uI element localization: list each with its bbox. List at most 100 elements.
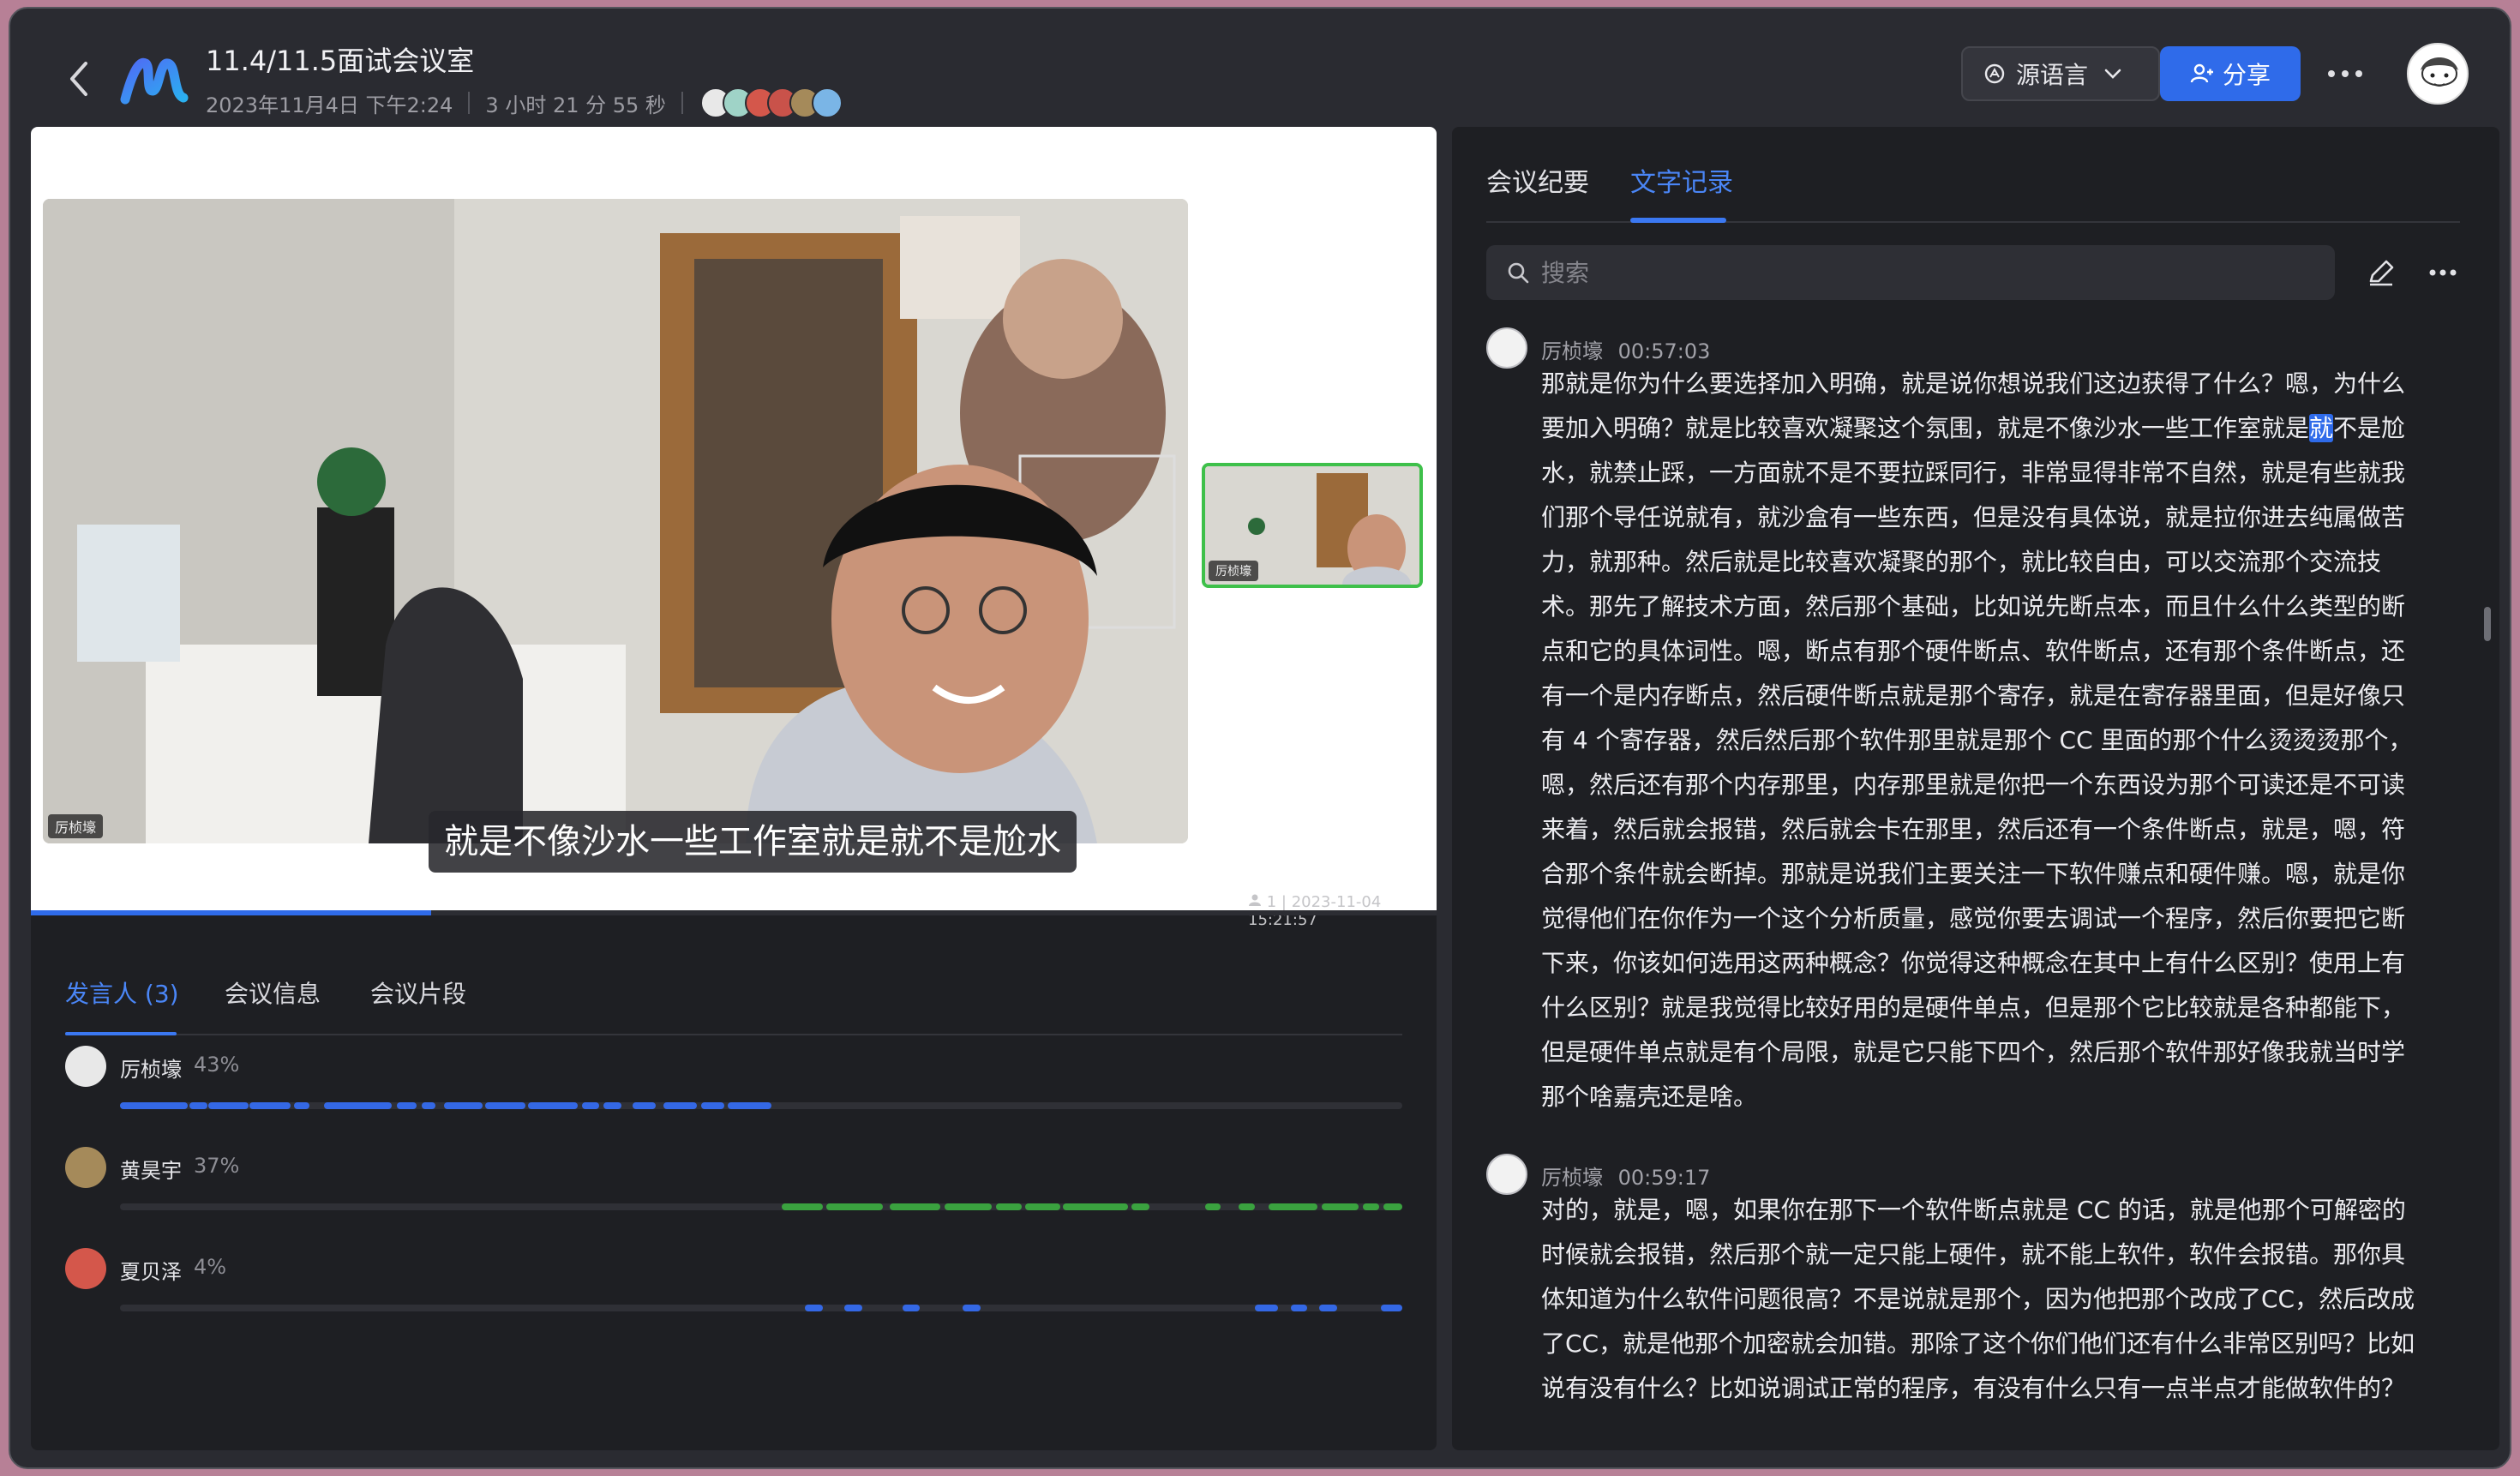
- tab-meeting-minutes[interactable]: 会议纪要: [1486, 161, 1589, 199]
- speaking-segment[interactable]: [249, 1102, 291, 1109]
- speaker-avatar: [1486, 327, 1527, 369]
- speaking-segment[interactable]: [826, 1203, 884, 1210]
- entry-time[interactable]: 00:59:17: [1618, 1166, 1711, 1190]
- speaking-segment[interactable]: [1321, 1203, 1359, 1210]
- translate-icon: [1984, 63, 2005, 84]
- speaking-segment[interactable]: [1254, 1305, 1278, 1311]
- speaking-segment[interactable]: [208, 1102, 249, 1109]
- tab-transcript[interactable]: 文字记录: [1630, 161, 1733, 199]
- left-tabs: 发言人 (3) 会议信息 会议片段: [65, 950, 1402, 1035]
- speaking-segment[interactable]: [1380, 1305, 1402, 1311]
- speaking-segment[interactable]: [1131, 1203, 1150, 1210]
- speaker-name: 夏贝泽: [120, 1260, 182, 1284]
- speaking-segment[interactable]: [581, 1102, 600, 1109]
- entry-header: 厉桢壕 00:59:17: [1541, 1161, 1710, 1191]
- speaking-segment[interactable]: [1318, 1305, 1337, 1311]
- more-options-icon[interactable]: [2426, 257, 2460, 288]
- speaking-segment[interactable]: [804, 1305, 823, 1311]
- speaking-segment[interactable]: [781, 1203, 823, 1210]
- speaking-segment[interactable]: [889, 1203, 941, 1210]
- right-panel: 会议纪要 文字记录 厉桢壕 00:57:03 那就是你为什么要选择加入明确，就是…: [1452, 127, 2499, 1450]
- speaker-percent: 43%: [194, 1053, 240, 1077]
- speaking-segment[interactable]: [844, 1305, 863, 1311]
- tab-underline: [65, 1032, 177, 1035]
- speaker-timeline[interactable]: [120, 1203, 1402, 1210]
- speaker-percent: 4%: [194, 1255, 227, 1279]
- live-subtitle: 就是不像沙水一些工作室就是就不是尬水: [429, 811, 1077, 873]
- speaker-name: 厉桢壕: [120, 1058, 182, 1082]
- meeting-duration: 3 小时 21 分 55 秒: [485, 93, 666, 117]
- main-video-feed[interactable]: 厉桢壕: [43, 199, 1188, 843]
- entry-time[interactable]: 00:57:03: [1618, 339, 1711, 363]
- meeting-meta: 2023年11月4日 下午2:24 3 小时 21 分 55 秒: [206, 87, 843, 118]
- entry-speaker: 厉桢壕: [1541, 1166, 1603, 1190]
- video-player[interactable]: 厉桢壕 厉桢壕 就是不像沙水一些工作室就是就不是尬水 1 | 2023-11-0…: [31, 127, 1437, 929]
- participant-avatars[interactable]: [699, 87, 843, 118]
- speaking-segment[interactable]: [189, 1102, 207, 1109]
- back-chevron-icon[interactable]: [62, 55, 96, 103]
- speaking-segment[interactable]: [1362, 1203, 1380, 1210]
- speaking-segment[interactable]: [700, 1102, 724, 1109]
- entry-text[interactable]: 对的，就是，嗯，如果你在那下一个软件断点就是 CC 的话，就是他那个可解密的时候…: [1541, 1188, 2419, 1411]
- share-label: 分享: [2222, 61, 2271, 89]
- speaking-segment[interactable]: [944, 1203, 993, 1210]
- speaking-segment[interactable]: [485, 1102, 525, 1109]
- speaker-row[interactable]: 黄昊宇 37%: [65, 1147, 1402, 1241]
- speaking-segment[interactable]: [294, 1102, 310, 1109]
- meeting-title: 11.4/11.5面试会议室: [206, 45, 475, 77]
- playback-progress-fill: [31, 910, 432, 915]
- more-options-icon[interactable]: [2321, 53, 2369, 94]
- tab-meeting-info[interactable]: 会议信息: [225, 975, 321, 1010]
- speaking-segment[interactable]: [397, 1102, 417, 1109]
- thumbnail-name-tag: 厉桢壕: [1209, 561, 1258, 581]
- speaking-segment[interactable]: [1062, 1203, 1128, 1210]
- playback-progress-bar[interactable]: [31, 910, 1437, 915]
- speaking-segment[interactable]: [120, 1102, 189, 1109]
- speaking-segment[interactable]: [1238, 1203, 1255, 1210]
- speaking-segment[interactable]: [1383, 1203, 1402, 1210]
- share-button[interactable]: 分享: [2160, 46, 2301, 101]
- speaking-segment[interactable]: [323, 1102, 393, 1109]
- speaking-segment[interactable]: [1025, 1203, 1060, 1210]
- speaking-segment[interactable]: [962, 1305, 981, 1311]
- search-highlight: 就: [2309, 414, 2334, 442]
- speaking-segment[interactable]: [902, 1305, 921, 1311]
- speaking-segment[interactable]: [995, 1203, 1022, 1210]
- speaking-segment[interactable]: [728, 1102, 771, 1109]
- speaker-avatar: [65, 1147, 106, 1188]
- user-avatar-sketch-icon: [2421, 57, 2458, 87]
- entry-text-after: 不是尬水，就禁止踩，一方面就不是不要拉踩同行，非常显得非常不自然，就是有些就我们…: [1541, 414, 2413, 1111]
- speaking-segment[interactable]: [444, 1102, 483, 1109]
- entry-text-before: 那就是你为什么要选择加入明确，就是说你想说我们这边获得了什么？嗯，为什么要加入明…: [1541, 369, 2406, 442]
- speaking-segment[interactable]: [633, 1102, 657, 1109]
- video-frame-room-scene: [43, 199, 1188, 843]
- transcript-search[interactable]: [1486, 245, 2335, 300]
- speaker-avatar: [65, 1046, 106, 1087]
- speaking-segment[interactable]: [603, 1102, 621, 1109]
- speaker-timeline[interactable]: [120, 1102, 1402, 1109]
- entry-text[interactable]: 那就是你为什么要选择加入明确，就是说你想说我们这边获得了什么？嗯，为什么要加入明…: [1541, 362, 2419, 1119]
- speaking-segment[interactable]: [1269, 1203, 1318, 1210]
- user-count-icon: [1249, 894, 1261, 906]
- speaker-row[interactable]: 夏贝泽 4%: [65, 1248, 1402, 1342]
- speaking-segment[interactable]: [421, 1102, 435, 1109]
- speaking-segment[interactable]: [1204, 1203, 1221, 1210]
- edit-pencil-icon[interactable]: [2366, 257, 2397, 288]
- speaker-percent: 37%: [194, 1154, 240, 1178]
- speaker-timeline[interactable]: [120, 1305, 1402, 1311]
- user-avatar[interactable]: [2407, 43, 2469, 105]
- speaking-segment[interactable]: [663, 1102, 698, 1109]
- search-input[interactable]: [1541, 258, 2313, 287]
- tab-meeting-clips[interactable]: 会议片段: [370, 975, 466, 1010]
- speaker-row[interactable]: 厉桢壕 43%: [65, 1046, 1402, 1140]
- speaking-segment[interactable]: [527, 1102, 579, 1109]
- divider: [681, 92, 683, 114]
- tab-speakers[interactable]: 发言人 (3): [65, 975, 179, 1010]
- app-logo-icon: [120, 58, 189, 105]
- chevron-down-icon: [2104, 69, 2121, 79]
- speaking-segment[interactable]: [1290, 1305, 1308, 1311]
- thumbnail-video-feed[interactable]: 厉桢壕: [1202, 463, 1423, 588]
- entry-header: 厉桢壕 00:57:03: [1541, 334, 1710, 364]
- source-language-button[interactable]: 源语言: [1961, 46, 2160, 101]
- transcript-scrollbar[interactable]: [2484, 607, 2491, 641]
